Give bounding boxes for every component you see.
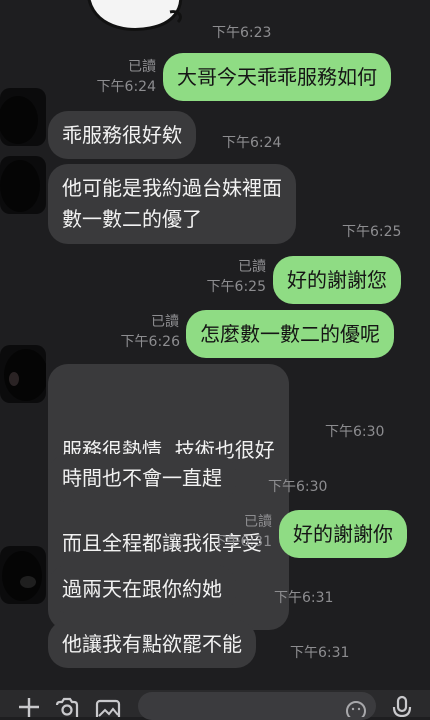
microphone-icon[interactable]: [391, 692, 413, 717]
outgoing-message[interactable]: 怎麼數一數二的優呢: [186, 310, 394, 358]
chat-history[interactable]: 下午6:23 已讀 下午6:24 大哥今天乖乖服務如何 乖服務很好欸 下午6:2…: [0, 0, 430, 690]
message-time: 下午6:25: [342, 224, 402, 240]
plus-icon[interactable]: [17, 692, 41, 717]
read-receipt: 已讀: [244, 514, 272, 530]
sticker-image[interactable]: [80, 0, 190, 36]
message-time: 下午6:31: [212, 534, 272, 550]
incoming-message[interactable]: 時間也不會一直趕: [48, 454, 236, 502]
emoji-icon[interactable]: [344, 692, 368, 717]
image-icon[interactable]: [95, 692, 121, 717]
message-time: 下午6:24: [96, 79, 156, 95]
message-time: 下午6:25: [206, 279, 266, 295]
read-receipt: 已讀: [128, 59, 156, 75]
incoming-message[interactable]: 過兩天在跟你約她: [48, 565, 236, 613]
read-receipt: 已讀: [238, 259, 266, 275]
incoming-message[interactable]: 他可能是我約過台妹裡面 數一數二的優了: [48, 164, 296, 244]
message-line: 數一數二的優了: [62, 207, 202, 231]
message-line: 他可能是我約過台妹裡面: [62, 176, 282, 200]
outgoing-message[interactable]: 好的謝謝您: [273, 256, 401, 304]
message-time: 下午6:26: [120, 334, 180, 350]
message-time: 下午6:30: [268, 479, 328, 495]
composer-bar: [0, 690, 430, 720]
contact-avatar[interactable]: [0, 546, 46, 604]
outgoing-message[interactable]: 好的謝謝你: [279, 510, 407, 558]
incoming-message[interactable]: 乖服務很好欸: [48, 111, 196, 159]
message-time: 下午6:30: [325, 424, 385, 440]
contact-avatar[interactable]: [0, 156, 46, 214]
outgoing-message[interactable]: 大哥今天乖乖服務如何: [163, 53, 391, 101]
contact-avatar[interactable]: [0, 88, 46, 146]
contact-avatar[interactable]: [0, 345, 46, 403]
message-time: 下午6:31: [274, 590, 334, 606]
message-time: 下午6:23: [212, 25, 272, 41]
incoming-message[interactable]: 他讓我有點欲罷不能: [48, 620, 256, 668]
message-time: 下午6:31: [290, 645, 350, 661]
read-receipt: 已讀: [151, 314, 179, 330]
message-input[interactable]: [138, 692, 376, 720]
message-time: 下午6:24: [222, 135, 282, 151]
camera-icon[interactable]: [54, 692, 80, 717]
